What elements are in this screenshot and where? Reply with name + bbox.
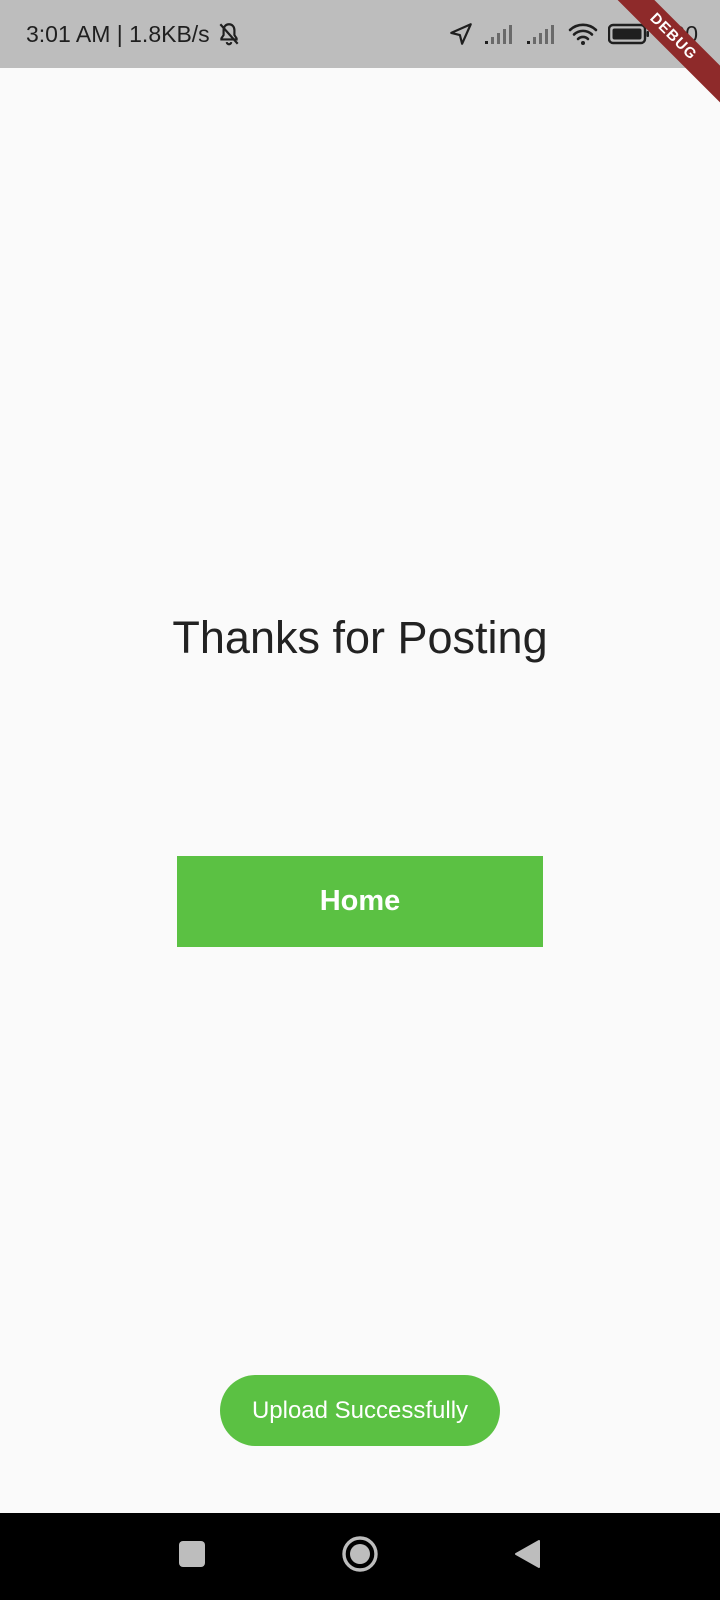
location-arrow-icon bbox=[448, 21, 474, 47]
status-left: 3:01 AM | 1.8KB/s bbox=[26, 0, 242, 68]
home-nav-button[interactable] bbox=[315, 1513, 405, 1600]
home-button[interactable]: Home bbox=[177, 856, 543, 947]
battery-percent: 100 bbox=[659, 20, 698, 47]
signal-icon bbox=[484, 23, 516, 45]
status-right: 100 bbox=[448, 0, 698, 68]
back-button[interactable] bbox=[482, 1513, 572, 1600]
toast-message: Upload Successfully bbox=[220, 1375, 500, 1446]
signal-icon bbox=[526, 23, 558, 45]
recent-apps-icon bbox=[178, 1540, 206, 1573]
back-triangle-icon bbox=[513, 1539, 541, 1574]
wifi-icon bbox=[568, 22, 598, 46]
toast-label: Upload Successfully bbox=[251, 1396, 469, 1424]
bell-off-icon bbox=[216, 21, 242, 47]
battery-icon bbox=[607, 23, 650, 45]
nav-bar bbox=[0, 1513, 720, 1600]
status-bar: 3:01 AM | 1.8KB/s 100 bbox=[0, 0, 720, 68]
home-circle-icon bbox=[341, 1535, 379, 1578]
status-time-speed: 3:01 AM | 1.8KB/s bbox=[26, 20, 210, 47]
page-title: Thanks for Posting bbox=[172, 612, 548, 663]
recent-apps-button[interactable] bbox=[147, 1513, 237, 1600]
